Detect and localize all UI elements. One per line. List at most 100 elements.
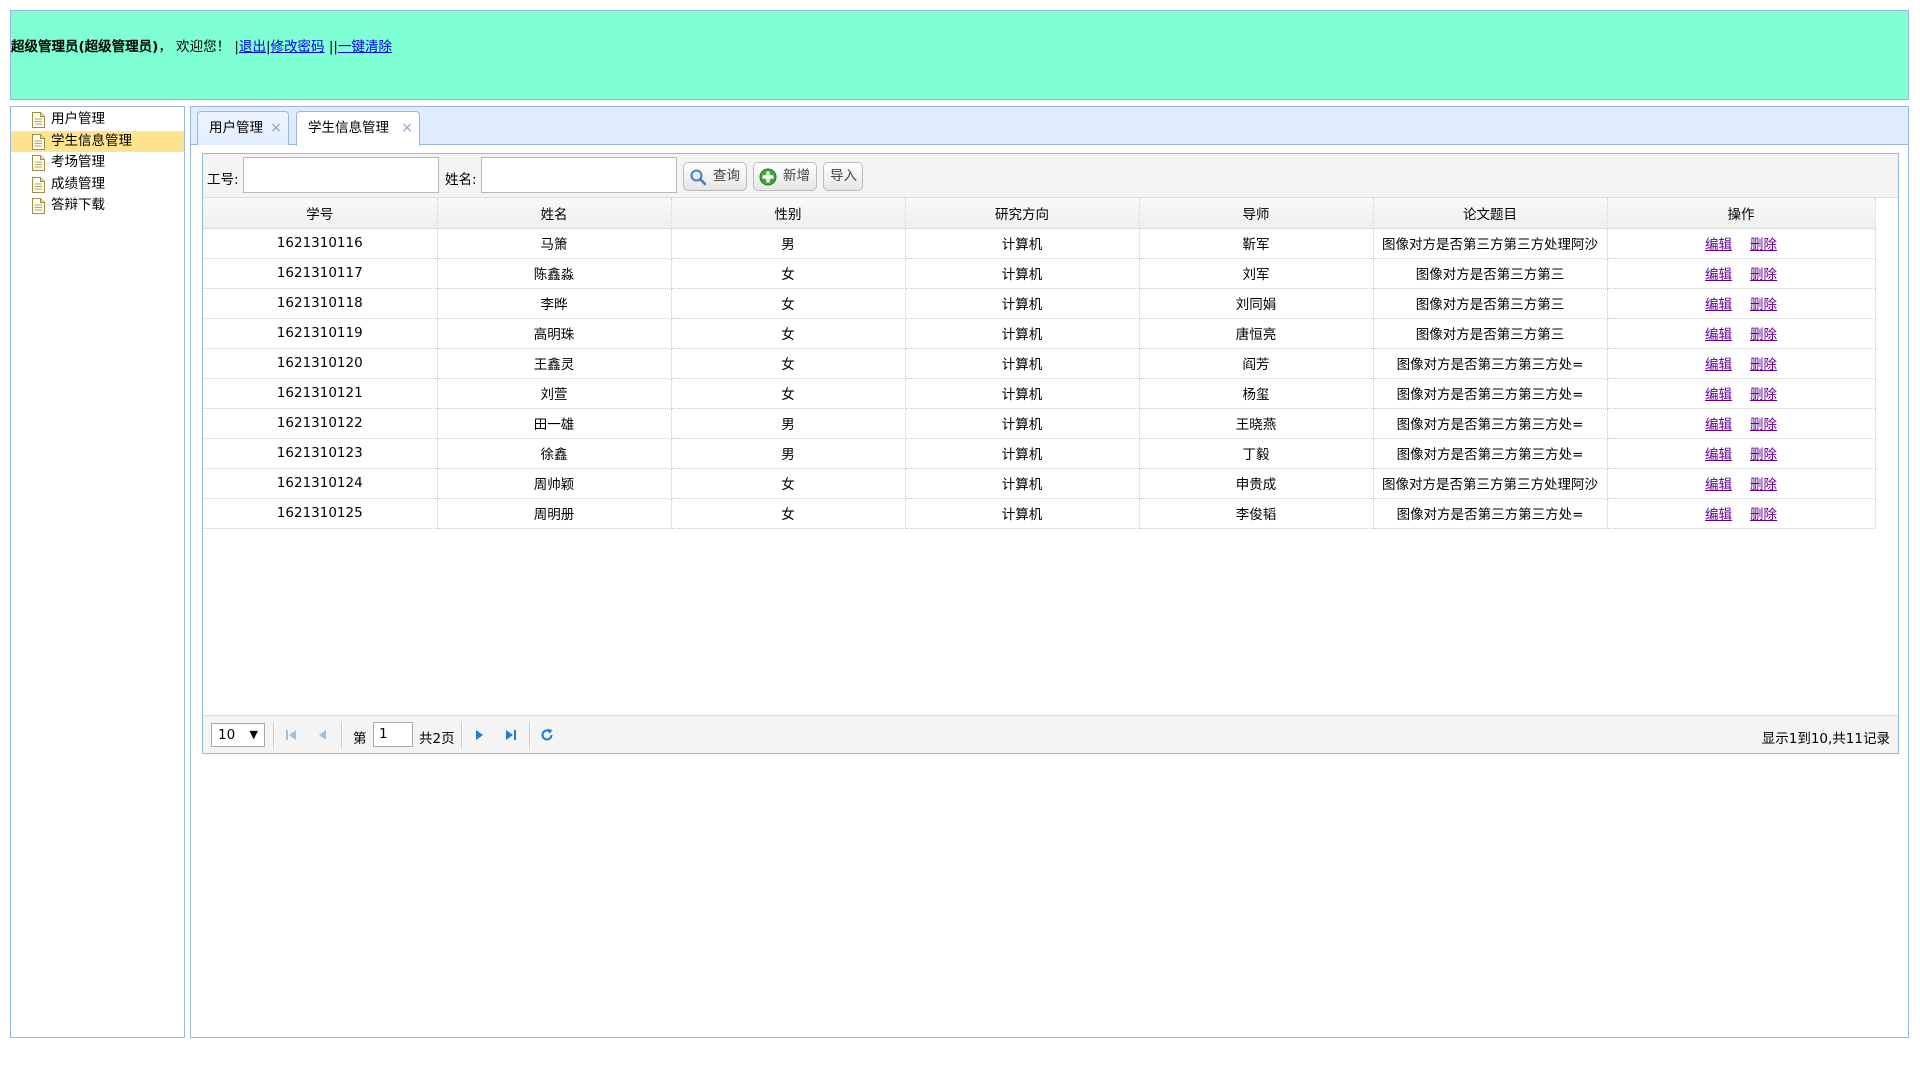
column-header[interactable]: 操作 (1607, 198, 1876, 229)
cell-thesis: 图像对方是否第三方第三 (1373, 258, 1608, 289)
pagination-bar: 10 ▼ 第 1 共2页 显示1到10,共11记录 (203, 715, 1898, 753)
cell-thesis: 图像对方是否第三方第三方处= (1373, 348, 1608, 379)
cell-student-id: 1621310124 (203, 468, 438, 499)
file-icon (32, 133, 45, 150)
cell-gender: 女 (671, 378, 906, 409)
tab-label: 学生信息管理 (308, 120, 389, 136)
table-row[interactable]: 1621310122 田一雄男计算机 王晓燕 图像对方是否第三方第三方处= 编辑 删除 (203, 408, 1876, 439)
table-row[interactable]: 1621310116 马箫男计算机 靳军 图像对方是否第三方第三方处理阿沙 编辑 删除 (203, 228, 1876, 259)
column-header[interactable]: 导师 (1139, 198, 1374, 229)
import-button-label: 导入 (830, 168, 857, 184)
sidebar-item-label: 考场管理 (51, 154, 105, 170)
delete-link[interactable]: 删除 (1750, 297, 1777, 313)
cell-gender: 女 (671, 468, 906, 499)
table-row[interactable]: 1621310117 陈鑫淼女计算机 刘军 图像对方是否第三方第三 编辑 删除 (203, 258, 1876, 289)
id-input[interactable] (243, 157, 439, 193)
data-table: 学号 姓名 性别 研究方向 导师 论文题目 操作 1621310116 马箫男计算… (203, 198, 1876, 529)
file-icon (32, 198, 45, 214)
table-row[interactable]: 1621310125 周明册女计算机 李俊韬 图像对方是否第三方第三方处= 编辑 删除 (203, 498, 1876, 529)
table-row[interactable]: 1621310123 徐鑫男计算机 丁毅 图像对方是否第三方第三方处= 编辑 删除 (203, 438, 1876, 469)
name-label: 姓名: (445, 172, 477, 188)
edit-link[interactable]: 编辑 (1705, 477, 1732, 493)
search-button[interactable]: 查询 (683, 162, 747, 191)
add-button-label: 新增 (783, 168, 810, 184)
sidebar-item-label: 成绩管理 (51, 175, 105, 192)
delete-link[interactable]: 删除 (1750, 477, 1777, 493)
delete-link[interactable]: 删除 (1750, 447, 1777, 463)
cell-thesis: 图像对方是否第三方第三方处理阿沙 (1373, 228, 1608, 259)
delete-link[interactable]: 删除 (1750, 387, 1777, 403)
main-content: 用户管理 × 学生信息管理 × 工号: 姓名: 查询 新增 导入 学号 姓名 性… (190, 106, 1909, 1038)
sidebar-item-scores[interactable]: 成绩管理 (11, 174, 184, 196)
edit-link[interactable]: 编辑 (1705, 327, 1732, 343)
close-icon[interactable]: × (401, 112, 413, 144)
close-icon[interactable]: × (270, 112, 282, 144)
cell-gender: 女 (671, 498, 906, 529)
grid-toolbar: 工号: 姓名: 查询 新增 导入 (203, 154, 1898, 198)
delete-link[interactable]: 删除 (1750, 507, 1777, 523)
sidebar-item-defense-download[interactable]: 答辩下载 (11, 195, 184, 217)
edit-link[interactable]: 编辑 (1705, 417, 1732, 433)
cell-actions: 编辑 删除 (1607, 348, 1876, 379)
tab-student-info[interactable]: 学生信息管理 × (296, 111, 420, 146)
cell-gender: 男 (671, 408, 906, 439)
cell-research: 计算机 (905, 408, 1140, 439)
last-page-icon[interactable] (503, 727, 519, 743)
edit-link[interactable]: 编辑 (1705, 387, 1732, 403)
cell-student-id: 1621310117 (203, 258, 438, 289)
cell-actions: 编辑 删除 (1607, 498, 1876, 529)
prev-page-icon[interactable] (315, 727, 331, 743)
column-header[interactable]: 姓名 (437, 198, 672, 229)
refresh-icon[interactable] (539, 727, 555, 743)
edit-link[interactable]: 编辑 (1705, 237, 1732, 253)
cell-research: 计算机 (905, 438, 1140, 469)
cell-name: 周明册 (437, 498, 672, 529)
student-datagrid: 工号: 姓名: 查询 新增 导入 学号 姓名 性别 研究方向 导师 论文题目 操… (202, 153, 1899, 754)
sidebar-item-user-management[interactable]: 用户管理 (11, 109, 184, 131)
sidebar-item-exam-room[interactable]: 考场管理 (11, 152, 184, 174)
cell-name: 王鑫灵 (437, 348, 672, 379)
name-input[interactable] (481, 157, 677, 193)
search-icon (690, 169, 707, 186)
table-row[interactable]: 1621310124 周帅颖女计算机 申贵成 图像对方是否第三方第三方处理阿沙 编辑 删除 (203, 468, 1876, 499)
table-row[interactable]: 1621310120 王鑫灵女计算机 阎芳 图像对方是否第三方第三方处= 编辑 删除 (203, 348, 1876, 379)
cell-actions: 编辑 删除 (1607, 228, 1876, 259)
next-page-icon[interactable] (471, 727, 487, 743)
cell-student-id: 1621310122 (203, 408, 438, 439)
table-row[interactable]: 1621310119 高明珠女计算机 唐恒亮 图像对方是否第三方第三 编辑 删除 (203, 318, 1876, 349)
clear-all-link[interactable]: 一键清除 (338, 39, 392, 55)
delete-link[interactable]: 删除 (1750, 237, 1777, 253)
page-size-select[interactable]: 10 ▼ (211, 723, 265, 747)
column-header[interactable]: 学号 (203, 198, 438, 229)
cell-actions: 编辑 删除 (1607, 468, 1876, 499)
file-icon (32, 112, 45, 128)
cell-advisor: 刘同娟 (1139, 288, 1374, 319)
table-row[interactable]: 1621310118 李晔女计算机 刘同娟 图像对方是否第三方第三 编辑 删除 (203, 288, 1876, 319)
edit-link[interactable]: 编辑 (1705, 297, 1732, 313)
import-button[interactable]: 导入 (823, 162, 863, 191)
edit-link[interactable]: 编辑 (1705, 447, 1732, 463)
delete-link[interactable]: 删除 (1750, 357, 1777, 373)
delete-link[interactable]: 删除 (1750, 417, 1777, 433)
page-number-input[interactable]: 1 (373, 722, 413, 747)
edit-link[interactable]: 编辑 (1705, 267, 1732, 283)
tab-user-management[interactable]: 用户管理 × (197, 111, 289, 145)
delete-link[interactable]: 删除 (1750, 327, 1777, 343)
change-password-link[interactable]: 修改密码 (271, 39, 325, 55)
edit-link[interactable]: 编辑 (1705, 507, 1732, 523)
edit-link[interactable]: 编辑 (1705, 357, 1732, 373)
logout-link[interactable]: 退出 (239, 39, 266, 55)
id-label: 工号: (207, 172, 239, 188)
column-header[interactable]: 性别 (671, 198, 906, 229)
sidebar-item-label: 用户管理 (51, 111, 105, 127)
column-header[interactable]: 论文题目 (1373, 198, 1608, 229)
sidebar-item-student-info[interactable]: 学生信息管理 (11, 130, 184, 152)
cell-name: 刘萱 (437, 378, 672, 409)
first-page-icon[interactable] (283, 727, 299, 743)
table-row[interactable]: 1621310121 刘萱女计算机 杨玺 图像对方是否第三方第三方处= 编辑 删除 (203, 378, 1876, 409)
cell-research: 计算机 (905, 288, 1140, 319)
cell-thesis: 图像对方是否第三方第三 (1373, 288, 1608, 319)
delete-link[interactable]: 删除 (1750, 267, 1777, 283)
add-button[interactable]: 新增 (753, 162, 817, 191)
column-header[interactable]: 研究方向 (905, 198, 1140, 229)
